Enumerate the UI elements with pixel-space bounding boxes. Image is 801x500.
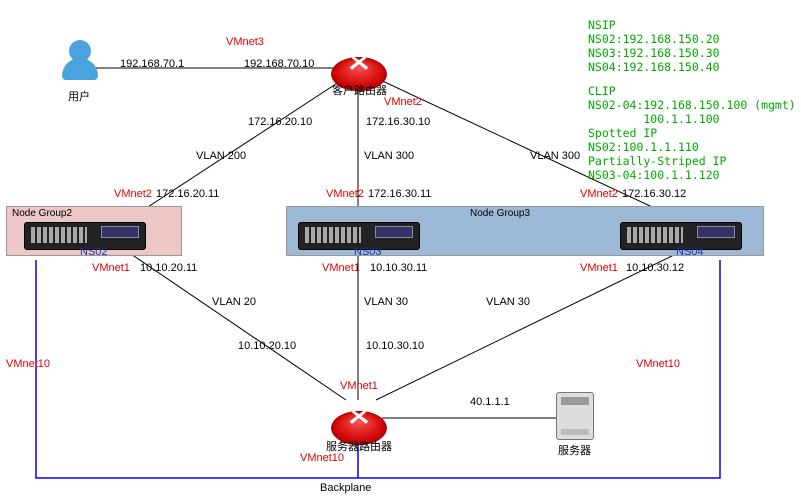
vlan30b: VLAN 30 [486,296,530,308]
ns02-name: NS02 [80,246,108,258]
ip-crouter-user: 192.168.70.10 [244,58,314,70]
user-icon [60,40,100,84]
node-group2-label: Node Group2 [12,208,72,219]
clip-hdr: CLIP [588,84,616,98]
ip-ns02-up: 172.16.20.11 [156,188,219,200]
vmnet1-ns02: VMnet1 [92,262,130,274]
vlan300b: VLAN 300 [530,150,580,162]
ip-ns03-up: 172.16.30.11 [368,188,431,200]
vmnet1-ns03: VMnet1 [322,262,360,274]
network-diagram: 用户 客户路由器 服务器路由器 服务器 Node Group2 Node Gro… [0,0,801,500]
ip-server: 40.1.1.1 [470,396,510,408]
client-router-label: 客户路由器 [332,82,387,98]
clip-n: NS02-04:192.168.150.100 (mgmt) [588,98,796,112]
ip-user: 192.168.70.1 [120,58,184,70]
ip-ns03-dn: 10.10.30.11 [370,262,427,274]
backplane-label: Backplane [320,482,371,494]
spot-v: NS02:100.1.1.110 [588,140,699,154]
vmnet3: VMnet3 [226,36,264,48]
vmnet10-srv: VMnet10 [300,452,344,464]
ip-ns04-dn: 10.10.30.12 [626,262,684,274]
vmnet10-left: VMnet10 [6,358,50,370]
vlan300a: VLAN 300 [364,150,414,162]
nsip-03: NS03:192.168.150.30 [588,46,720,60]
user-label: 用户 [68,88,90,104]
node-group3-label: Node Group3 [470,208,530,219]
ps-v: NS03-04:100.1.1.120 [588,168,720,182]
server-icon [556,392,594,440]
ip-srv-v20: 10.10.20.10 [238,340,296,352]
ip-crouter-v200: 172.16.20.10 [248,116,312,128]
vlan200: VLAN 200 [196,150,246,162]
ns04-name: NS04 [676,246,704,258]
nsip-hdr: NSIP [588,18,616,32]
vmnet2-ns03: VMnet2 [326,188,364,200]
ip-srv-v30: 10.10.30.10 [366,340,424,352]
nsip-02: NS02:192.168.150.20 [588,32,720,46]
vmnet2-router: VMnet2 [384,96,422,108]
ip-ns04-up: 172.16.30.12 [622,188,686,200]
vmnet1-srv: VMnet1 [340,380,378,392]
vmnet1-ns04: VMnet1 [580,262,618,274]
clip-v: 100.1.1.100 [588,112,720,126]
ip-ns02-dn: 10.10.20.11 [140,262,197,274]
spot-hdr: Spotted IP [588,126,657,140]
vmnet2-ns04: VMnet2 [580,188,618,200]
ns03-name: NS03 [354,246,382,258]
server-label: 服务器 [558,442,591,458]
ps-hdr: Partially-Striped IP [588,154,726,168]
vmnet2-ns02: VMnet2 [114,188,152,200]
nsip-04: NS04:192.168.150.40 [588,60,720,74]
vlan30a: VLAN 30 [364,296,408,308]
vmnet10-right: VMnet10 [636,358,680,370]
vlan20: VLAN 20 [212,296,256,308]
ip-crouter-v300: 172.16.30.10 [366,116,430,128]
